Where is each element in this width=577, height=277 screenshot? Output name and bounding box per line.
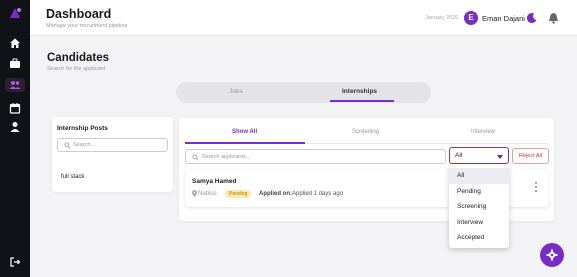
sidebar-item-candidates[interactable] xyxy=(5,78,25,92)
applied-label: Applied on: xyxy=(259,191,292,197)
bell-icon[interactable] xyxy=(548,12,559,24)
applicant-location: Nablus xyxy=(198,191,217,197)
posts-search-input[interactable]: Search... xyxy=(57,138,168,152)
applicant-name: Samya Hamed xyxy=(192,178,237,185)
page-title: Candidates xyxy=(47,52,109,64)
app-logo-icon xyxy=(10,8,21,18)
calendar-icon[interactable] xyxy=(9,102,21,114)
posts-search-placeholder: Search... xyxy=(73,142,96,148)
header-date: January 2026 xyxy=(425,15,459,21)
switch-internships[interactable]: Internships xyxy=(342,88,377,95)
dropdown-option-pending[interactable]: Pending xyxy=(449,184,509,200)
tab-interview[interactable]: Interview xyxy=(471,129,495,135)
caret-down-icon xyxy=(497,155,503,159)
dropdown-option-screening[interactable]: Screening xyxy=(449,199,509,215)
reject-all-button[interactable]: Reject All xyxy=(512,148,549,164)
page-subtitle: Search for the applicant xyxy=(47,66,106,72)
user-icon[interactable] xyxy=(9,121,21,133)
top-header: Dashboard Manage your recruitment pipeli… xyxy=(30,0,577,36)
switch-active-indicator xyxy=(330,100,394,102)
status-filter-dropdown: All Pending Screening Interview Accepted xyxy=(449,166,509,248)
dropdown-option-all[interactable]: All xyxy=(449,168,509,184)
applicant-search-placeholder: Search applicants... xyxy=(202,154,251,160)
applied-value: Applied 1 days ago xyxy=(292,191,344,197)
location-pin-icon xyxy=(192,190,197,197)
dropdown-option-accepted[interactable]: Accepted xyxy=(449,230,509,246)
gear-icon xyxy=(546,249,558,261)
jobs-internships-switch: Jobs Internships xyxy=(176,82,431,103)
user-name[interactable]: Eman Dajani xyxy=(482,14,525,23)
status-filter-select[interactable]: All xyxy=(449,147,509,164)
dropdown-option-interview[interactable]: Interview xyxy=(449,215,509,231)
filter-value: All xyxy=(455,152,463,159)
settings-fab-button[interactable] xyxy=(540,243,564,267)
status-badge: Pending xyxy=(225,190,252,198)
tab-show-all[interactable]: Show All xyxy=(232,129,257,135)
tab-screening[interactable]: Screening xyxy=(352,129,379,135)
sidebar xyxy=(0,0,30,277)
search-icon xyxy=(64,142,71,149)
moon-icon[interactable] xyxy=(526,12,538,24)
search-icon xyxy=(192,154,199,161)
header-subtitle: Manage your recruitment pipeline xyxy=(46,23,128,29)
posts-title: Internship Posts xyxy=(57,125,108,132)
applied-info: Applied on:Applied 1 days ago xyxy=(259,191,343,197)
header-title: Dashboard xyxy=(46,7,112,21)
tab-active-indicator xyxy=(185,142,305,144)
more-vertical-icon[interactable] xyxy=(534,181,538,193)
applicant-search-input[interactable]: Search applicants... xyxy=(185,149,446,164)
users-icon xyxy=(9,81,21,89)
post-item-full-stack[interactable]: full stack xyxy=(61,174,84,180)
logout-icon[interactable] xyxy=(9,256,21,268)
home-icon[interactable] xyxy=(9,37,21,49)
internship-posts-card: Internship Posts Search... full stack xyxy=(52,117,173,192)
avatar[interactable]: E xyxy=(464,11,478,25)
briefcase-icon[interactable] xyxy=(9,57,21,69)
switch-jobs[interactable]: Jobs xyxy=(229,88,243,95)
